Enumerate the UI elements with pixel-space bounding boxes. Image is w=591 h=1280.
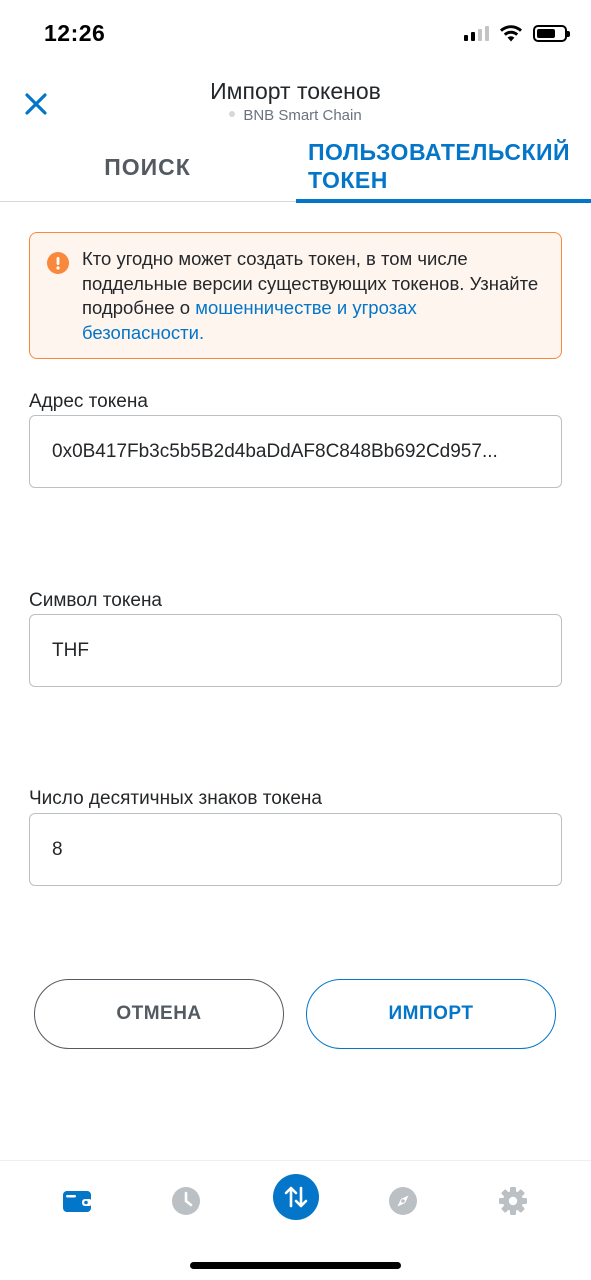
network-dot-icon — [229, 111, 236, 118]
nav-activity[interactable] — [156, 1175, 216, 1227]
exclamation-icon — [47, 252, 69, 274]
status-icons — [464, 24, 570, 42]
tab-search-label: ПОИСК — [104, 153, 191, 180]
token-symbol-input[interactable] — [30, 615, 561, 686]
cellular-signal-icon — [464, 25, 489, 41]
warning-banner: Кто угодно может создать токен, в том чи… — [29, 232, 562, 359]
status-bar: 12:26 — [0, 0, 591, 70]
token-address-label: Адрес токена — [29, 391, 148, 412]
wallet-icon — [63, 1191, 92, 1212]
status-time: 12:26 — [44, 20, 106, 46]
tab-custom-token-label: ПОЛЬЗОВАТЕЛЬСКИЙ ТОКЕН — [308, 139, 571, 193]
tab-custom-token[interactable]: ПОЛЬЗОВАТЕЛЬСКИЙ ТОКЕН — [296, 132, 591, 203]
token-address-field — [29, 415, 562, 488]
nav-settings[interactable] — [483, 1175, 543, 1227]
token-symbol-label: Символ токена — [29, 590, 162, 611]
battery-icon — [533, 24, 570, 42]
wifi-icon — [500, 25, 522, 42]
network-label: BNB Smart Chain — [0, 107, 591, 124]
token-decimals-label: Число десятичных знаков токена — [29, 788, 322, 809]
network-name: BNB Smart Chain — [243, 107, 362, 124]
warning-suffix: . — [198, 321, 205, 343]
token-decimals-field — [29, 813, 562, 886]
token-address-input[interactable] — [30, 416, 561, 487]
nav-browser[interactable] — [373, 1175, 433, 1227]
clock-icon — [172, 1187, 200, 1215]
tab-search[interactable]: ПОИСК — [0, 132, 295, 202]
import-button[interactable]: ИМПОРТ — [306, 979, 556, 1049]
nav-swap[interactable] — [273, 1174, 319, 1220]
active-tab-indicator — [296, 199, 591, 203]
warning-text: Кто угодно может создать токен, в том чи… — [82, 247, 542, 345]
nav-wallet[interactable] — [47, 1175, 107, 1227]
gear-icon — [499, 1187, 527, 1215]
header: Импорт токенов BNB Smart Chain — [0, 70, 591, 130]
compass-icon — [389, 1187, 417, 1215]
cancel-button[interactable]: ОТМЕНА — [34, 979, 284, 1049]
token-symbol-field — [29, 614, 562, 687]
tabs: ПОИСК ПОЛЬЗОВАТЕЛЬСКИЙ ТОКЕН — [0, 132, 591, 203]
swap-arrows-icon — [284, 1186, 308, 1208]
home-indicator — [190, 1262, 401, 1269]
token-decimals-input[interactable] — [30, 814, 561, 885]
page-title: Импорт токенов — [210, 78, 381, 104]
